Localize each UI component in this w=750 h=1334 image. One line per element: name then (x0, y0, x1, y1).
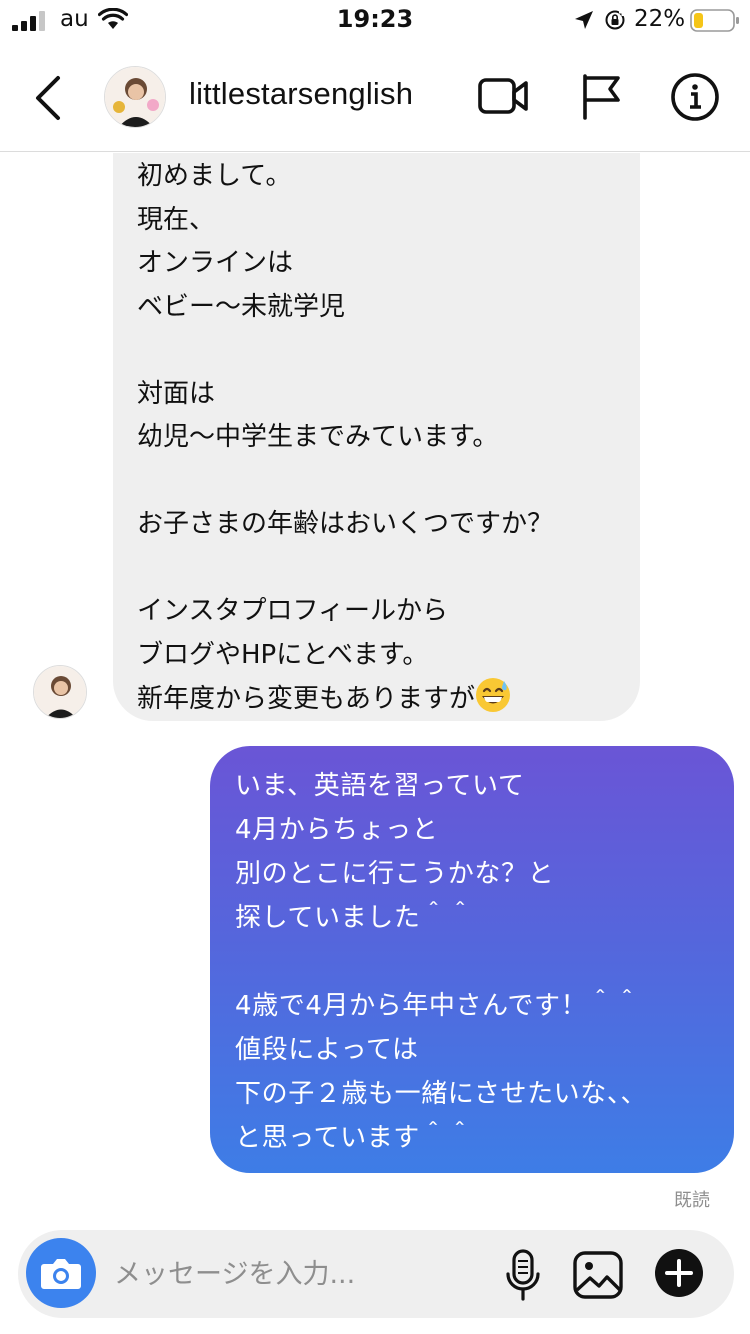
report-flag-button[interactable] (580, 72, 622, 120)
video-camera-icon (478, 78, 528, 114)
add-content-button[interactable] (654, 1248, 704, 1298)
sent-message-bubble[interactable]: いま、英語を習っていて 4月からちょっと 別のとこに行こうかな？と 探していまし… (210, 746, 734, 1173)
rotation-lock-icon (605, 10, 625, 30)
chat-username[interactable]: littlestarsenglish (189, 76, 413, 112)
message-composer (18, 1230, 734, 1318)
battery-percent: 22% (634, 6, 686, 32)
status-bar: au 19:23 22% (0, 0, 750, 42)
plus-icon (655, 1249, 703, 1297)
location-arrow-icon (575, 11, 593, 29)
sender-avatar[interactable] (33, 665, 87, 719)
info-icon (671, 73, 719, 121)
chevron-left-icon (36, 76, 60, 120)
received-message-text: 初めまして。 現在、 オンラインは ベビー〜未就学児 対面は 幼児〜中学生までみ… (137, 155, 553, 722)
received-message-body: 初めまして。 現在、 オンラインは ベビー〜未就学児 対面は 幼児〜中学生までみ… (137, 161, 554, 714)
gallery-button[interactable] (572, 1250, 624, 1300)
microphone-icon (506, 1249, 540, 1301)
flag-icon (583, 74, 620, 120)
video-call-button[interactable] (478, 74, 530, 118)
battery-icon (690, 9, 739, 32)
back-button[interactable] (28, 72, 68, 124)
sent-message-text: いま、英語を習っていて 4月からちょっと 別のとこに行こうかな？と 探していまし… (235, 771, 648, 1153)
read-receipt: 既読 (674, 1190, 710, 1211)
message-input[interactable] (114, 1252, 474, 1296)
avatar[interactable] (104, 66, 166, 128)
microphone-button[interactable] (504, 1248, 542, 1302)
received-message-bubble[interactable]: 初めまして。 現在、 オンラインは ベビー〜未就学児 対面は 幼児〜中学生までみ… (113, 153, 640, 721)
grinning-sweat-emoji-icon (476, 678, 511, 712)
info-button[interactable] (670, 72, 720, 122)
gallery-icon (573, 1251, 623, 1299)
camera-icon (41, 1259, 81, 1289)
chat-header: littlestarsenglish (0, 42, 750, 152)
camera-button[interactable] (26, 1238, 96, 1308)
message-thread[interactable]: 初めまして。 現在、 オンラインは ベビー〜未就学児 対面は 幼児〜中学生までみ… (0, 153, 750, 1213)
